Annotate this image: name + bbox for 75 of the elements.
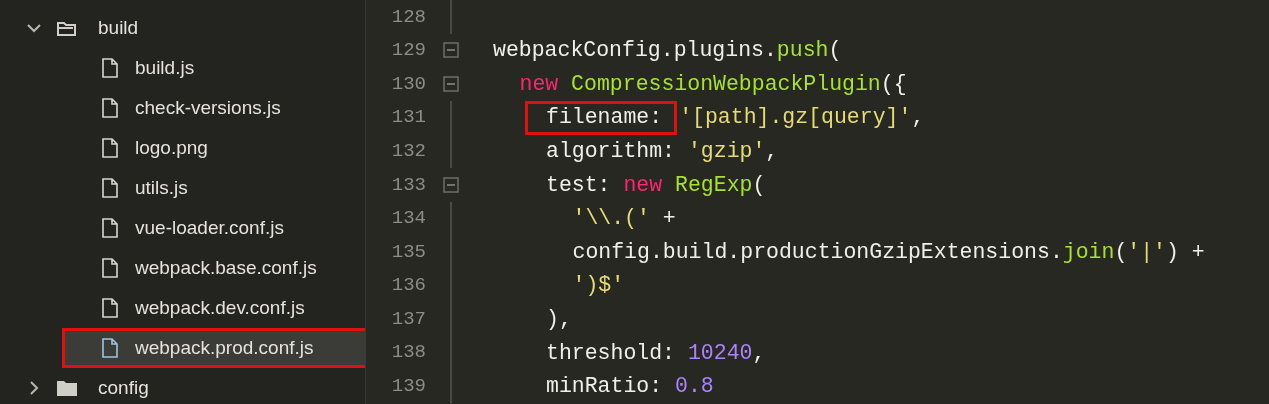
- file-name: logo.png: [135, 135, 208, 160]
- folder-name: build: [98, 15, 139, 40]
- code-token: join: [1062, 238, 1115, 266]
- line-number: 135: [390, 239, 426, 265]
- file-icon: [102, 178, 118, 198]
- line-number: 129: [390, 38, 426, 64]
- file-name: webpack.base.conf.js: [135, 255, 317, 280]
- file-icon: [102, 218, 118, 238]
- line-number: 128: [390, 4, 426, 30]
- line-number: 136: [390, 273, 426, 299]
- code-token: ({: [880, 70, 907, 98]
- line-number: 131: [390, 105, 426, 131]
- code-token: RegExp: [674, 171, 753, 199]
- file-name: build.js: [135, 55, 195, 80]
- code-token: ')$': [572, 272, 625, 300]
- code-token: '\\.(': [572, 205, 650, 233]
- line-number: 139: [390, 374, 426, 400]
- code-token: minRatio:: [546, 373, 664, 401]
- code-token: +: [661, 205, 676, 233]
- code-token: ,: [911, 104, 925, 132]
- file-icon: [102, 138, 118, 158]
- file-row[interactable]: webpack.dev.conf.js: [62, 288, 350, 328]
- code-token: ,: [765, 138, 779, 166]
- fold-icon[interactable]: [443, 176, 459, 193]
- file-icon: [102, 58, 118, 78]
- code-token: 10240: [687, 339, 753, 367]
- code-token: (: [828, 37, 842, 65]
- file-icon: [102, 338, 118, 358]
- code-token: push: [776, 37, 829, 65]
- code-token: 'gzip': [687, 138, 766, 166]
- folder-name: config: [98, 375, 149, 400]
- folder-icon: [56, 379, 78, 397]
- file-name: webpack.prod.conf.js: [135, 335, 314, 360]
- file-name: check-versions.js: [135, 95, 281, 120]
- code-token: new: [519, 70, 559, 98]
- line-number: 138: [390, 340, 426, 366]
- fold-icon[interactable]: [443, 76, 459, 92]
- line-number: 130: [390, 71, 426, 97]
- line-number: 133: [390, 172, 426, 198]
- code-token: '[path].gz[query]': [679, 104, 912, 132]
- file-name: webpack.dev.conf.js: [135, 295, 305, 320]
- file-row[interactable]: build.js: [62, 48, 350, 88]
- line-number: 137: [390, 306, 426, 332]
- folder-row[interactable]: config: [0, 368, 350, 404]
- file-row[interactable]: logo.png: [62, 128, 350, 168]
- code-token: new: [623, 171, 663, 199]
- file-icon: [102, 298, 118, 318]
- code-token: webpackConfig.plugins.: [493, 37, 777, 65]
- file-row[interactable]: utils.js: [62, 168, 350, 208]
- code-token: algorithm:: [546, 138, 677, 166]
- folder-row[interactable]: build: [0, 8, 350, 48]
- fold-icon[interactable]: [443, 42, 459, 59]
- code-token: 0.8: [675, 373, 714, 401]
- file-name: utils.js: [135, 175, 188, 200]
- file-row[interactable]: webpack.prod.conf.js: [62, 328, 365, 368]
- file-row[interactable]: webpack.base.conf.js: [62, 248, 350, 288]
- file-name: vue-loader.conf.js: [135, 215, 284, 240]
- code-token: ),: [546, 306, 572, 333]
- code-token: ) +: [1166, 238, 1205, 266]
- line-number: 132: [390, 138, 426, 164]
- file-icon: [102, 258, 118, 278]
- code-token: '|': [1127, 238, 1166, 266]
- line-number: 134: [390, 206, 426, 232]
- file-row[interactable]: check-versions.js: [62, 88, 350, 128]
- file-icon: [102, 98, 118, 118]
- code-token: (: [752, 171, 766, 199]
- file-row[interactable]: vue-loader.conf.js: [62, 208, 350, 248]
- code-token: threshold:: [546, 339, 677, 367]
- folder-icon: [56, 19, 78, 37]
- code-token: config.build.productionGzipExtensions.: [572, 238, 1063, 266]
- code-token: (: [1114, 238, 1128, 266]
- code-token: ,: [752, 339, 766, 367]
- code-token: CompressionWebpackPlugin: [570, 70, 881, 98]
- highlighted-code: filename:: [525, 100, 678, 135]
- code-token: test:: [546, 171, 612, 199]
